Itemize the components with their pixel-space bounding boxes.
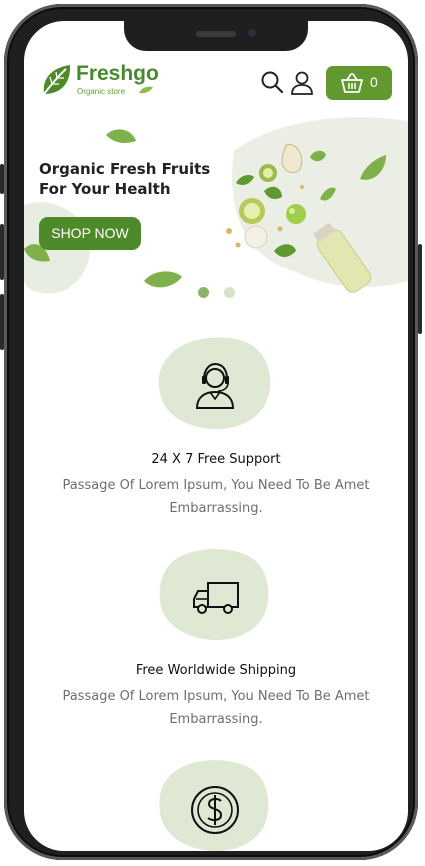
feature-desc-2-line1: Passage Of Lorem Ipsum, You Need To Be A… <box>62 689 370 704</box>
logo-name: Freshgo <box>76 62 159 85</box>
volume-up-button <box>0 224 4 280</box>
leaf-logo-icon <box>43 65 71 95</box>
feature-desc-2-line2: Embarrassing. <box>169 712 263 727</box>
feature-desc-1-line1: Passage Of Lorem Ipsum, You Need To Be A… <box>62 478 370 493</box>
feature-title-1: 24 X 7 Free Support <box>151 452 281 467</box>
front-camera <box>248 29 256 37</box>
feature-desc-1: Passage Of Lorem Ipsum, You Need To Be A… <box>46 474 386 520</box>
feature-title-2: Free Worldwide Shipping <box>135 663 297 678</box>
user-account-icon[interactable] <box>290 70 314 96</box>
mute-switch <box>0 164 4 194</box>
brand-logo[interactable]: Freshgo Organic store <box>40 62 160 98</box>
banner-illustration <box>24 117 408 294</box>
hero-title-line2: For Your Health <box>39 180 171 198</box>
speaker <box>196 31 236 37</box>
feature-badge-1 <box>158 337 271 430</box>
basket-icon <box>341 73 363 93</box>
slider-dot-2[interactable] <box>224 287 235 298</box>
logo-tagline: Organic store <box>77 87 126 96</box>
hero-title-line1: Organic Fresh Fruits <box>39 160 211 178</box>
volume-down-button <box>0 294 4 350</box>
cart-count: 0 <box>370 74 378 90</box>
search-icon[interactable] <box>260 70 284 94</box>
feature-desc-1-line2: Embarrassing. <box>169 501 263 516</box>
notch <box>124 21 308 51</box>
phone-screen: Freshgo Organic store 0 Organic Fresh Fr… <box>24 21 408 851</box>
feature-badge-3 <box>159 760 269 851</box>
feature-badge-2 <box>159 548 269 640</box>
feature-desc-2: Passage Of Lorem Ipsum, You Need To Be A… <box>46 685 386 731</box>
phone-frame: Freshgo Organic store 0 Organic Fresh Fr… <box>0 4 422 860</box>
small-leaf-icon <box>139 86 153 94</box>
hero-title: Organic Fresh Fruits For Your Health <box>39 159 229 199</box>
hero-banner: Organic Fresh Fruits For Your Health SHO… <box>24 111 408 298</box>
cart-button[interactable]: 0 <box>326 66 392 100</box>
slider-dot-1[interactable] <box>198 287 209 298</box>
shop-now-button[interactable]: SHOP NOW <box>39 217 141 250</box>
power-button <box>418 244 422 334</box>
